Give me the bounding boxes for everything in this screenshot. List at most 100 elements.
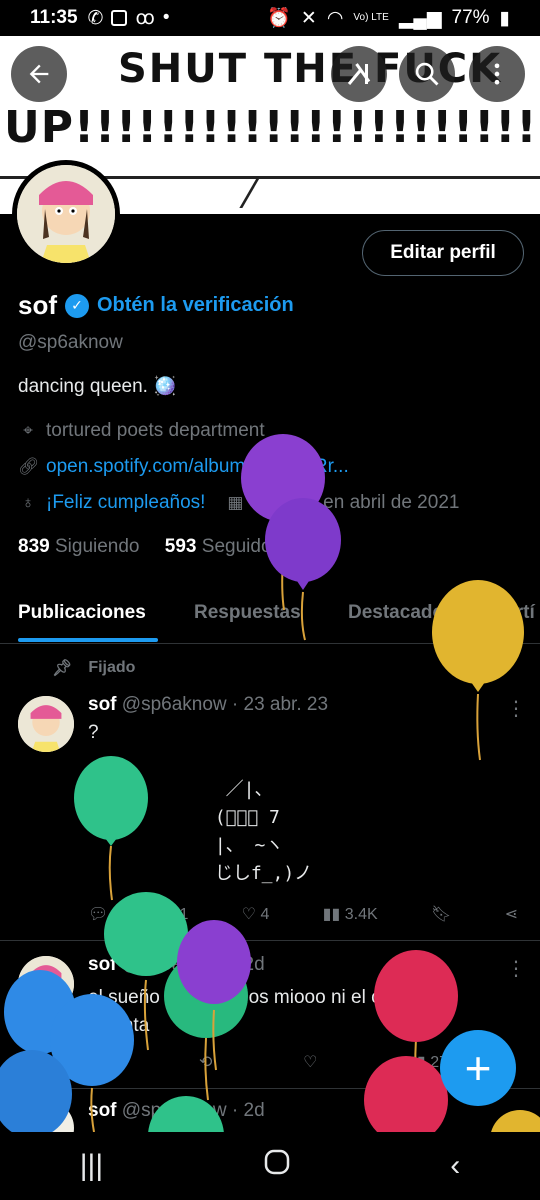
battery-text: 77% xyxy=(451,7,490,28)
home-icon xyxy=(264,1149,289,1175)
ascii-line: |、 ~ヽ xyxy=(204,835,284,856)
birthday-link[interactable]: ¡Feliz cumpleaños! xyxy=(46,492,205,514)
tab-publicaciones[interactable]: Publicaciones xyxy=(18,602,146,624)
balloon-icon xyxy=(74,756,148,901)
profile-location: ⌖ tortured poets department xyxy=(18,420,265,442)
profile-website: 🔗︎ open.spotify.com/album/6kZ42qRr... xyxy=(18,456,349,478)
location-text: tortured poets department xyxy=(46,420,265,441)
reply-icon: 💬︎ xyxy=(88,1054,109,1071)
post-avatar[interactable] xyxy=(18,696,74,752)
repost-count: 1 xyxy=(179,906,189,923)
grok-icon xyxy=(347,63,371,85)
profile-tabs: Publicaciones Respuestas Destacados Artí xyxy=(0,590,540,644)
search-button[interactable] xyxy=(399,46,455,102)
website-link[interactable]: open.spotify.com/album/6kZ42qRr... xyxy=(46,456,349,478)
post-actions: 💬︎ ⟲ 1 ♡ 4 ▮▮ 3.4K 🔖︎ ⋖ xyxy=(88,904,518,924)
grok-button[interactable] xyxy=(331,46,387,102)
location-pin-icon: ⌖ xyxy=(23,421,33,440)
post-more-icon[interactable]: ⋮ xyxy=(506,696,526,721)
home-button[interactable] xyxy=(263,1148,291,1184)
notification-icons: ✆ ꝏ • xyxy=(88,7,170,30)
views-icon: ▮▮ xyxy=(408,1054,426,1071)
post-author-name[interactable]: sof xyxy=(88,954,117,975)
status-bar: 11:35 ✆ ꝏ • ⏰ ✕ ◠ Vo) LTE ▂▄▆ 77% ▮ xyxy=(0,0,540,36)
get-verification-link[interactable]: Obtén la verificación xyxy=(97,294,294,317)
views-count: 3.4K xyxy=(344,906,378,923)
post-divider xyxy=(0,940,540,941)
share-button[interactable]: ⋖ xyxy=(505,904,518,924)
link-icon: 🔗︎ xyxy=(18,457,40,476)
post-ascii-art: ／|、 (ﾟ､。 7 |、 ~ヽ じしf_,)ノ xyxy=(204,776,312,888)
post-date: · 2d xyxy=(231,954,265,975)
joined-text: Se unió en abril de 2021 xyxy=(253,492,460,513)
arrow-left-icon xyxy=(29,64,49,84)
pinned-label: Fijado xyxy=(88,659,136,676)
like-button[interactable]: ♡ xyxy=(303,1052,317,1072)
post-author-name[interactable]: sof xyxy=(88,1100,117,1121)
banner-text-line2: UP!!!!!!!!!!!!!!!!!!!!!!!!!!! xyxy=(4,102,540,153)
post-author-handle: @sp6aknow xyxy=(121,694,227,715)
system-back-button[interactable]: ‹ xyxy=(450,1149,460,1183)
repost-button[interactable]: ⟲ 1 xyxy=(162,904,189,924)
views-button[interactable]: ▮▮ 3.4K xyxy=(323,904,378,924)
ascii-line: (ﾟ､。 7 xyxy=(204,807,280,828)
recent-apps-button[interactable]: ||| xyxy=(80,1149,103,1183)
followers-count: 593 xyxy=(164,536,197,557)
signal-icon: ▂▄▆ xyxy=(398,7,442,29)
alarm-icon: ⏰ xyxy=(267,8,291,29)
followers-label: Seguidores xyxy=(201,536,298,557)
cartoon-character-image xyxy=(17,165,115,263)
repost-icon: ⟲ xyxy=(199,1054,213,1071)
cartoon-character-image xyxy=(18,696,74,752)
following-count: 839 xyxy=(18,536,50,557)
verified-badge-icon[interactable]: ✓ xyxy=(65,293,89,318)
followers-link[interactable]: 593 Seguidores xyxy=(165,536,298,557)
like-button[interactable]: ♡ 4 xyxy=(242,904,270,924)
repost-button[interactable]: ⟲ xyxy=(199,1052,212,1072)
more-vertical-icon xyxy=(494,63,500,85)
post-date: · 23 abr. 23 xyxy=(231,694,329,715)
post-author-handle: @sp6aknow xyxy=(121,954,227,975)
post-header: sof @sp6aknow · 23 abr. 23 xyxy=(88,694,328,716)
bookmark-button[interactable]: 🔖︎ xyxy=(431,904,451,924)
plus-icon: + xyxy=(464,1042,492,1094)
post-author-name[interactable]: sof xyxy=(88,694,117,715)
back-button[interactable] xyxy=(11,46,67,102)
reply-button[interactable]: 💬︎ xyxy=(88,1052,108,1072)
compose-post-button[interactable]: + xyxy=(440,1030,516,1106)
tab-respuestas[interactable]: Respuestas xyxy=(194,602,301,624)
search-icon xyxy=(415,62,439,86)
heart-icon: ♡ xyxy=(241,906,257,923)
post-text: el sueño q tengo dios miooo ni el café m… xyxy=(88,987,439,1036)
tab-destacados[interactable]: Destacados xyxy=(348,602,455,624)
edit-profile-button[interactable]: Editar perfil xyxy=(362,230,524,276)
battery-icon: ▮ xyxy=(499,7,510,29)
app-icon xyxy=(111,10,128,26)
wifi-icon: ◠ xyxy=(326,7,344,29)
share-icon: ⋖ xyxy=(504,906,518,923)
views-icon: ▮▮ xyxy=(322,906,341,923)
reply-button[interactable]: 💬︎ xyxy=(88,904,108,924)
system-icons: ⏰ ✕ ◠ Vo) LTE ▂▄▆ 77% ▮ xyxy=(267,6,510,30)
profile-dates: ♁ ¡Feliz cumpleaños! ▦ Se unió en abril … xyxy=(18,492,460,514)
post-more-icon[interactable]: ⋮ xyxy=(506,956,526,981)
bookmark-icon: 🔖︎ xyxy=(430,906,452,923)
post-header: sof @sp6aknow · 2d xyxy=(88,954,265,976)
more-options-button[interactable] xyxy=(469,46,525,102)
profile-name: sof xyxy=(18,290,57,320)
profile-avatar[interactable] xyxy=(12,160,120,268)
dot-icon: • xyxy=(162,7,170,28)
follow-counts: 839 Siguiendo 593 Seguidores xyxy=(18,536,298,558)
pin-icon: 📌︎ xyxy=(52,660,73,677)
following-link[interactable]: 839 Siguiendo xyxy=(18,536,140,557)
network-label: Vo) LTE xyxy=(353,12,389,23)
voicemail-icon: ꝏ xyxy=(135,7,155,29)
tab-articulos[interactable]: Artí xyxy=(502,602,535,624)
status-time: 11:35 xyxy=(30,7,78,28)
post-avatar[interactable] xyxy=(18,956,74,1012)
ascii-line: ／|、 xyxy=(204,779,273,800)
profile-handle: @sp6aknow xyxy=(18,332,123,353)
avatar-image xyxy=(17,165,115,263)
cartoon-character-image xyxy=(18,956,74,1012)
pinned-indicator: 📌︎ Fijado xyxy=(52,658,135,678)
